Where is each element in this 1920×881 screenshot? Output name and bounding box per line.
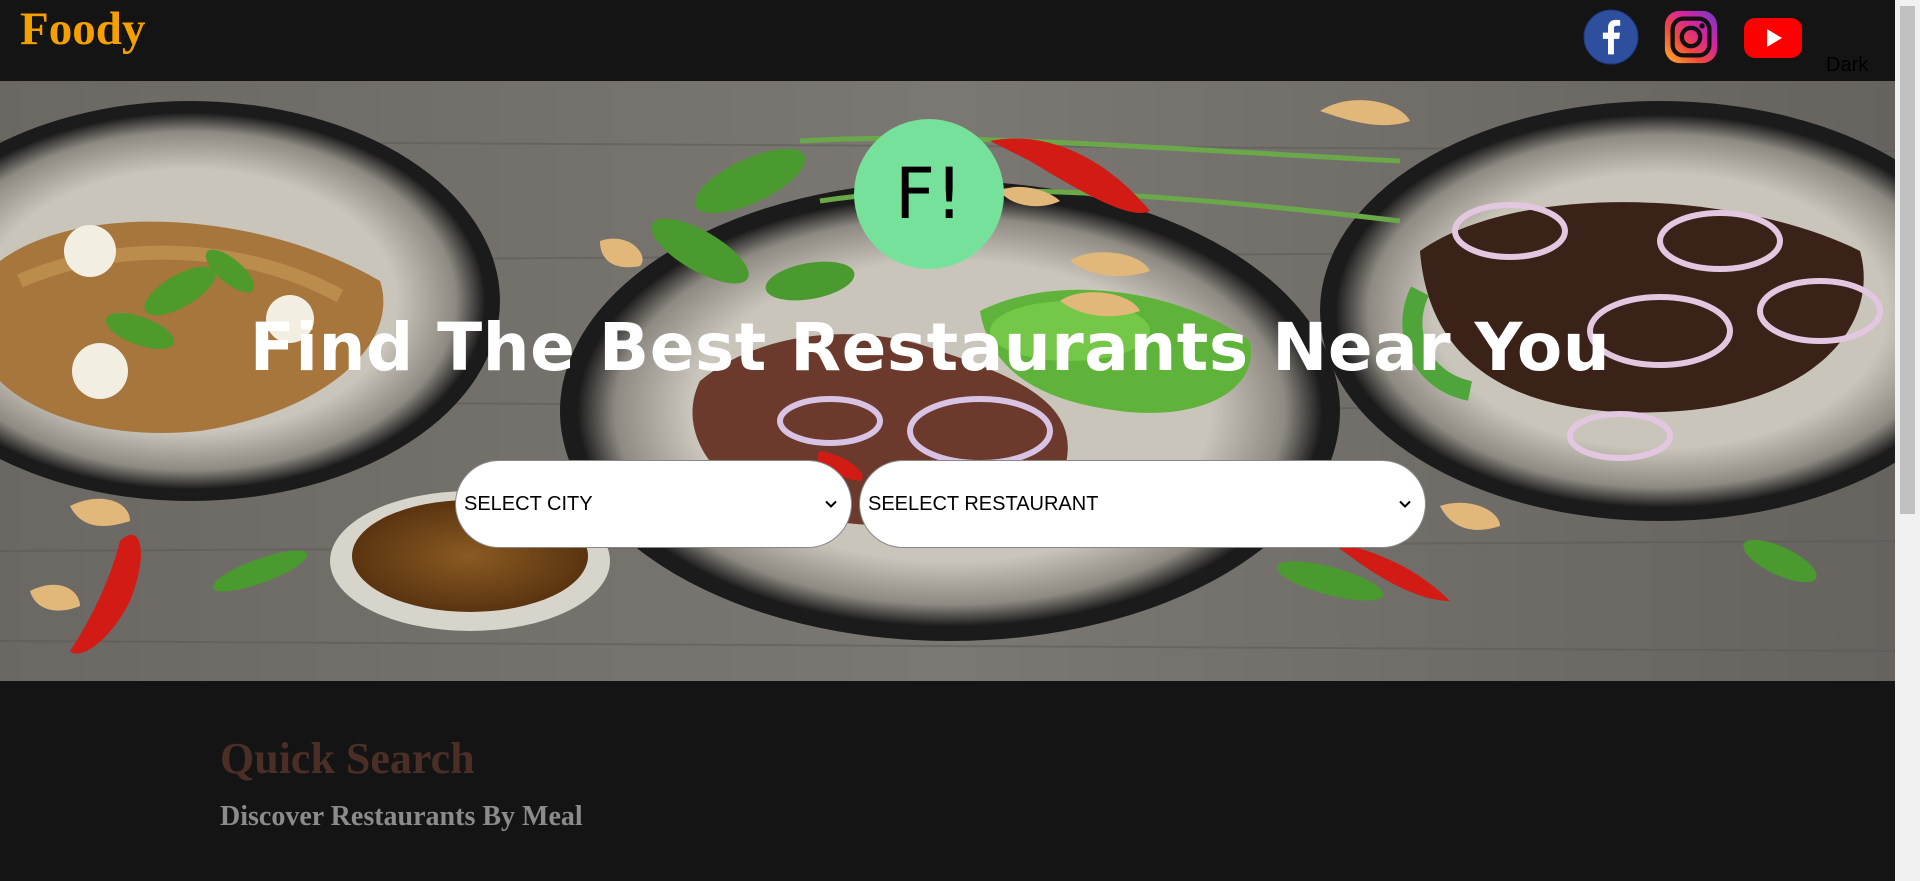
hero-title: Find The Best Restaurants Near You <box>249 309 1611 386</box>
quick-search-title: Quick Search <box>220 734 475 783</box>
city-select-value: SELECT CITY <box>464 492 593 515</box>
youtube-icon[interactable] <box>1742 8 1804 66</box>
quick-search-section: Quick Search Discover Restaurants By Mea… <box>0 681 1895 881</box>
scrollbar-thumb[interactable] <box>1900 6 1915 514</box>
chevron-down-icon <box>825 500 837 508</box>
city-select[interactable]: SELECT CITY <box>455 460 852 548</box>
facebook-icon[interactable] <box>1582 8 1640 66</box>
brand-logo[interactable]: Foody <box>20 6 145 53</box>
instagram-icon[interactable] <box>1662 8 1720 66</box>
restaurant-select[interactable]: SEELECT RESTAURANT <box>859 460 1426 548</box>
page: Foody Dark F! Find The Best Restaurants … <box>0 0 1920 881</box>
header: Foody Dark <box>0 0 1895 81</box>
hero-banner: F! Find The Best Restaurants Near You SE… <box>0 81 1895 681</box>
restaurant-select-value: SEELECT RESTAURANT <box>868 492 1099 515</box>
dark-mode-toggle[interactable]: Dark <box>1826 55 1868 75</box>
quick-search-subtitle: Discover Restaurants By Meal <box>220 801 583 832</box>
vertical-scrollbar[interactable] <box>1895 0 1920 881</box>
chevron-down-icon <box>1399 500 1411 508</box>
site-logo-badge: F! <box>854 119 1004 269</box>
